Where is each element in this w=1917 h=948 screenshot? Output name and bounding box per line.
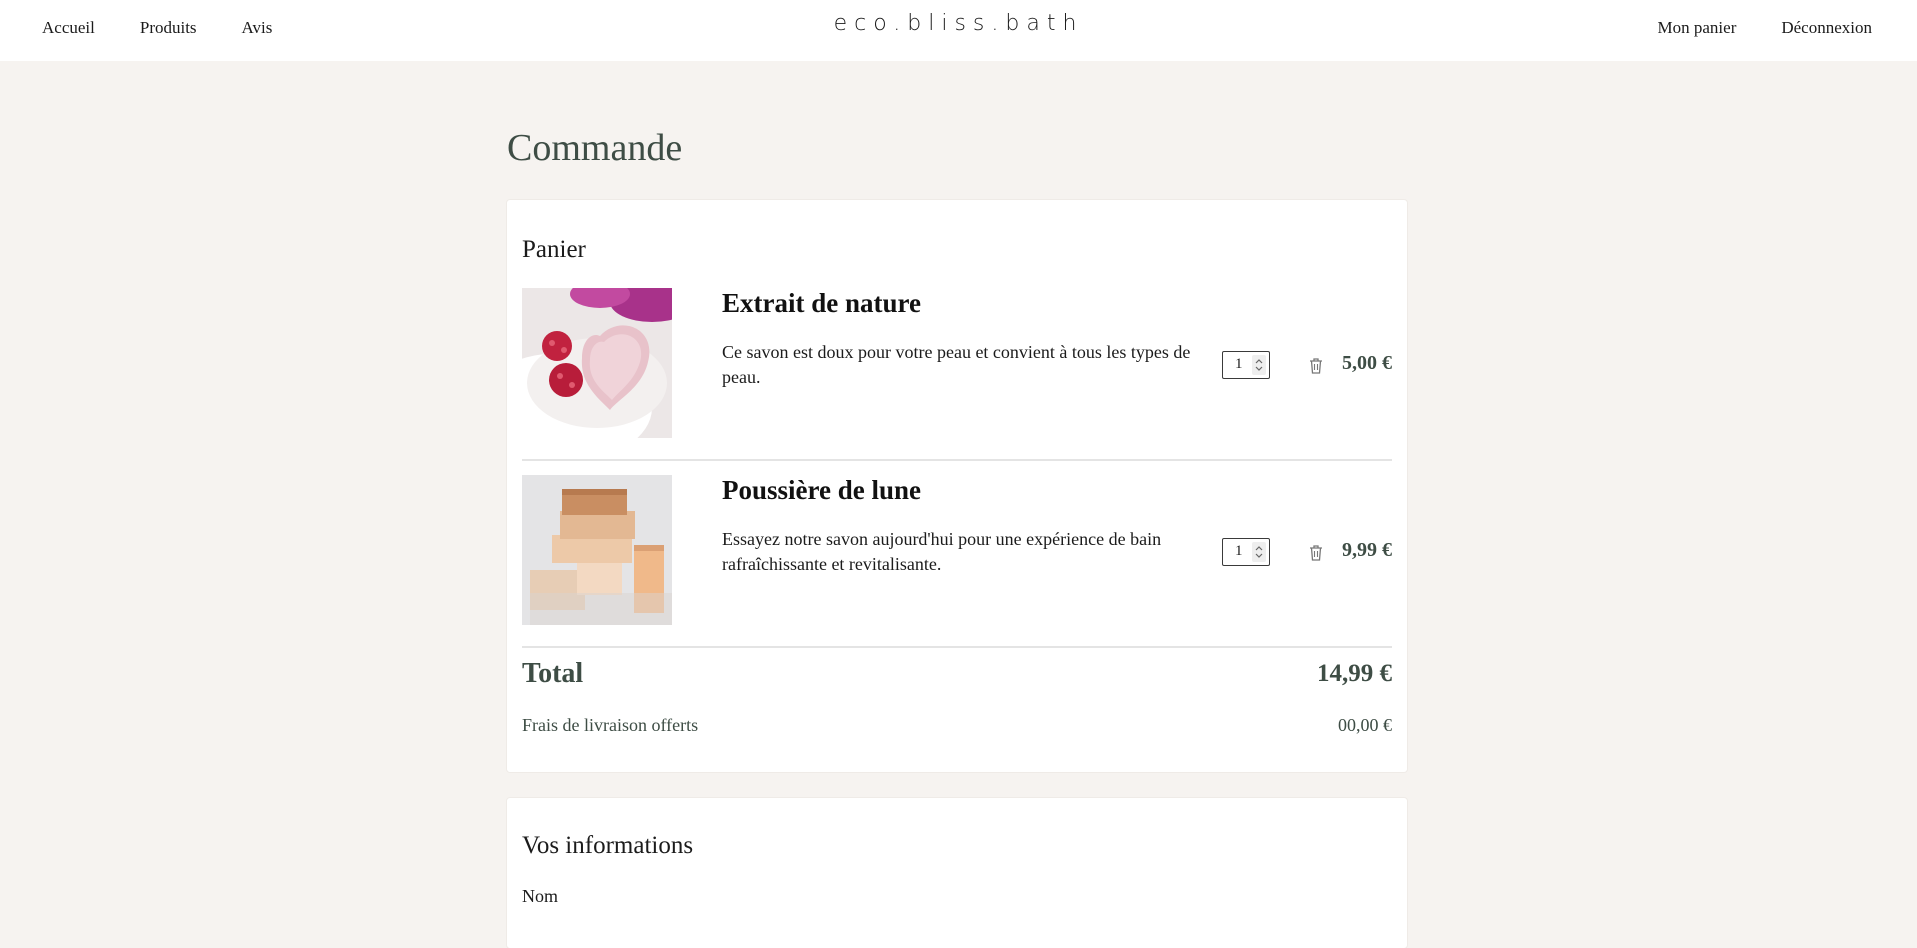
divider [522,459,1392,461]
name-field-label: Nom [522,886,558,906]
nav-link-mon-panier[interactable]: Mon panier [1658,18,1737,38]
total-value: 14,99 € [1317,660,1392,687]
quantity-value: 1 [1235,356,1243,372]
nav-link-deconnexion[interactable]: Déconnexion [1781,18,1872,38]
quantity-value: 1 [1235,543,1243,559]
trash-icon[interactable] [1308,544,1324,562]
top-navigation-bar: Accueil Produits Avis eco.bliss.bath Mon… [0,0,1917,61]
product-name[interactable]: Poussière de lune [722,475,921,506]
brand-logo[interactable]: eco.bliss.bath [0,11,1917,36]
cart-card: Panier Extrait de nature Ce savon est do… [507,200,1407,772]
cart-title: Panier [522,236,586,263]
trash-icon[interactable] [1308,357,1324,375]
product-name[interactable]: Extrait de nature [722,288,921,319]
quantity-stepper[interactable]: 1 [1222,351,1270,379]
divider [522,646,1392,648]
shipping-label: Frais de livraison offerts [522,715,699,735]
shipping-value: 00,00 € [1338,715,1392,735]
product-price: 5,00 € [1342,352,1392,374]
product-description: Ce savon est doux pour votre peau et con… [722,342,1191,387]
product-price: 9,99 € [1342,539,1392,561]
quantity-stepper[interactable]: 1 [1222,538,1270,566]
cart-item: Extrait de nature Ce savon est doux pour… [522,288,1392,438]
cart-item: Poussière de lune Essayez notre savon au… [522,475,1392,625]
product-image [522,475,672,625]
product-image [522,288,672,438]
info-card: Vos informations Nom [507,798,1407,948]
info-title: Vos informations [522,832,694,859]
total-label: Total [522,658,584,689]
spin-arrows-icon[interactable] [1252,542,1266,562]
spin-arrows-icon[interactable] [1252,355,1266,375]
page-title: Commande [507,127,683,169]
account-nav: Mon panier Déconnexion [1658,18,1872,38]
product-description: Essayez notre savon aujourd'hui pour une… [722,529,1162,574]
